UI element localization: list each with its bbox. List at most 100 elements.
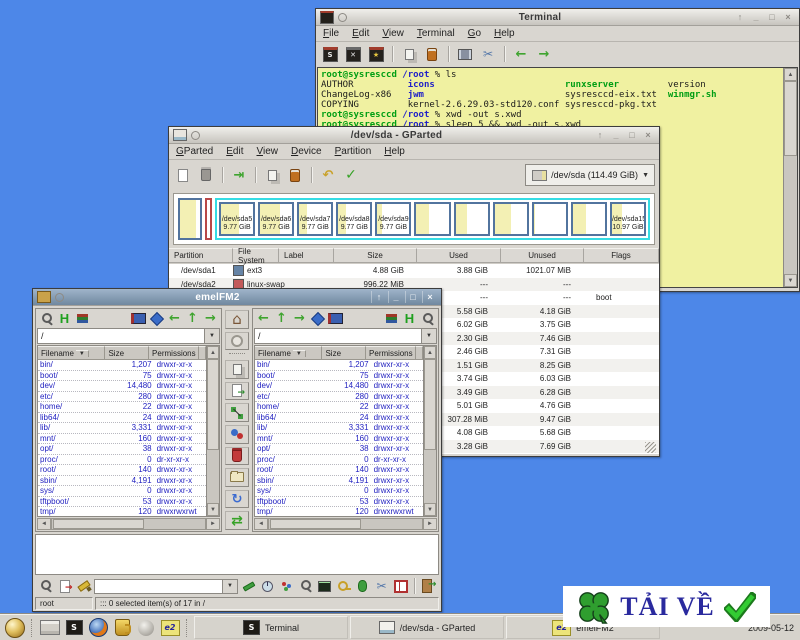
file-row[interactable]: root/140drwxr-xr-xr: [38, 465, 206, 476]
command-input[interactable]: ▼: [94, 579, 238, 594]
forward-button[interactable]: →: [534, 44, 554, 64]
partition-visual-bar[interactable]: /dev/sda59.77 GiB/dev/sda69.77 GiB/dev/s…: [173, 193, 655, 245]
shade-button[interactable]: ↑: [593, 129, 607, 141]
partition-block-unlabeled[interactable]: [532, 202, 568, 236]
refresh-diamond-button[interactable]: [309, 310, 326, 327]
task-button-gparted[interactable]: /dev/sda - GParted: [350, 616, 504, 639]
column-header-rest[interactable]: [199, 346, 206, 359]
file-row[interactable]: bin/1,207drwxr-xr-xr: [38, 360, 206, 371]
file-row[interactable]: boot/75drwxr-xr-xr: [255, 371, 423, 382]
column-header-unused[interactable]: Unused: [501, 248, 584, 263]
file-row[interactable]: lib64/24drwxr-xr-xr: [38, 413, 206, 424]
chart-button[interactable]: [278, 578, 295, 595]
partition-block[interactable]: /dev/sda79.77 GiB: [297, 202, 333, 236]
right-horizontal-scrollbar[interactable]: ◄►: [254, 518, 437, 530]
scroll-right-icon[interactable]: ►: [206, 518, 220, 530]
swap-partition-block[interactable]: [205, 198, 212, 240]
refresh-button[interactable]: ↻: [225, 490, 249, 509]
home-button[interactable]: ⌂: [225, 310, 249, 329]
close-button[interactable]: ×: [641, 129, 655, 141]
file-row[interactable]: tmp/120drwxrwxrwtr: [255, 507, 423, 516]
filters-button[interactable]: [74, 310, 91, 327]
file-row[interactable]: sbin/4,191drwxr-xr-xr: [255, 476, 423, 487]
shade-button[interactable]: ↑: [371, 291, 386, 303]
settings-button[interactable]: ✂: [478, 44, 498, 64]
minimize-button[interactable]: _: [388, 291, 403, 303]
menu-help[interactable]: Help: [384, 146, 405, 157]
partition-block-unlabeled[interactable]: [493, 202, 529, 236]
menu-view[interactable]: View: [382, 28, 404, 39]
console-button[interactable]: [316, 578, 333, 595]
partition-row[interactable]: /dev/sda1ext34.88 GiB3.88 GiB1021.07 MiB: [169, 264, 659, 278]
file-row[interactable]: lib/3,331drwxr-xr-xr: [255, 423, 423, 434]
forward-button[interactable]: →: [291, 310, 308, 327]
partition-block-unlabeled[interactable]: [178, 198, 202, 240]
terminal-scrollbar[interactable]: ▲ ▼: [783, 68, 797, 287]
file-row[interactable]: home/22drwxr-xr-xr: [255, 402, 423, 413]
file-row[interactable]: home/22drwxr-xr-xr: [38, 402, 206, 413]
scroll-right-icon[interactable]: ►: [423, 518, 437, 530]
back-button[interactable]: ←: [255, 310, 272, 327]
right-path-input[interactable]: /: [254, 328, 422, 344]
gparted-titlebar[interactable]: /dev/sda - GParted ↑_□×: [169, 127, 659, 144]
left-path-input[interactable]: /: [37, 328, 205, 344]
file-row[interactable]: lib/3,331drwxr-xr-xr: [38, 423, 206, 434]
shade-button[interactable]: ↑: [733, 11, 747, 23]
column-header-filename[interactable]: Filename▼: [38, 346, 105, 359]
menu-edit[interactable]: Edit: [352, 28, 369, 39]
forward-button[interactable]: →: [202, 310, 219, 327]
scroll-thumb[interactable]: [784, 81, 797, 156]
paste-button[interactable]: [422, 44, 442, 64]
file-row[interactable]: opt/38drwxr-xr-xr: [255, 444, 423, 455]
scroll-left-icon[interactable]: ◄: [254, 518, 268, 530]
scroll-down-icon[interactable]: ▼: [784, 274, 797, 287]
back-button[interactable]: ←: [166, 310, 183, 327]
hidden-button[interactable]: H: [56, 310, 73, 327]
command-history-dropdown[interactable]: ▼: [223, 579, 238, 594]
paste-button[interactable]: [285, 165, 305, 185]
menu-help[interactable]: Help: [494, 28, 515, 39]
clear-button[interactable]: [75, 578, 92, 595]
right-file-list[interactable]: bin/1,207drwxr-xr-xrboot/75drwxr-xr-xrde…: [255, 360, 423, 516]
find-button[interactable]: [37, 578, 54, 595]
resize-grip[interactable]: [645, 442, 656, 453]
menu-terminal[interactable]: Terminal: [417, 28, 455, 39]
file-row[interactable]: proc/0dr-xr-xr-xr: [38, 455, 206, 466]
command-output-pane[interactable]: [35, 534, 439, 575]
file-row[interactable]: dev/14,480drwxr-xr-xr: [38, 381, 206, 392]
download-badge[interactable]: TẢI VỀ: [563, 586, 770, 627]
find-button[interactable]: [38, 310, 55, 327]
maximize-button[interactable]: □: [765, 11, 779, 23]
file-row[interactable]: root/140drwxr-xr-xr: [255, 465, 423, 476]
new-terminal-button[interactable]: S: [320, 44, 340, 64]
up-button[interactable]: ↑: [273, 310, 290, 327]
command-input-field[interactable]: [94, 579, 223, 594]
file-row[interactable]: sys/0drwxr-xr-xr: [255, 486, 423, 497]
file-row[interactable]: mnt/160drwxr-xr-xr: [38, 434, 206, 445]
column-header-filename[interactable]: Filename▼: [255, 346, 322, 359]
partition-block[interactable]: /dev/sda99.77 GiB: [375, 202, 411, 236]
zoom-button[interactable]: [297, 578, 314, 595]
apply-button[interactable]: ✓: [341, 165, 361, 185]
file-row[interactable]: sys/0drwxr-xr-xr: [38, 486, 206, 497]
mount-button[interactable]: [240, 578, 257, 595]
column-header-label[interactable]: Label: [279, 248, 334, 263]
scroll-down-icon[interactable]: ▼: [207, 503, 219, 516]
delete-partition-button[interactable]: [196, 165, 216, 185]
paint-launcher-button[interactable]: [135, 617, 157, 639]
menu-file[interactable]: File: [323, 28, 339, 39]
copy-button[interactable]: [262, 165, 282, 185]
column-header-permissions[interactable]: Permissions: [366, 346, 416, 359]
terminal-titlebar[interactable]: Terminal ↑_□×: [316, 9, 799, 26]
firefox-launcher-button[interactable]: [87, 617, 109, 639]
file-row[interactable]: opt/38drwxr-xr-xr: [38, 444, 206, 455]
scroll-up-icon[interactable]: ▲: [207, 346, 219, 359]
quit-button[interactable]: [420, 578, 437, 595]
column-header-file-system[interactable]: File System: [233, 248, 279, 263]
minimize-button[interactable]: _: [749, 11, 763, 23]
hidden-button[interactable]: H: [401, 310, 418, 327]
owners-button[interactable]: [225, 425, 249, 444]
file-row[interactable]: mnt/160drwxr-xr-xr: [255, 434, 423, 445]
trash-button[interactable]: [225, 447, 249, 466]
back-button[interactable]: ←: [511, 44, 531, 64]
